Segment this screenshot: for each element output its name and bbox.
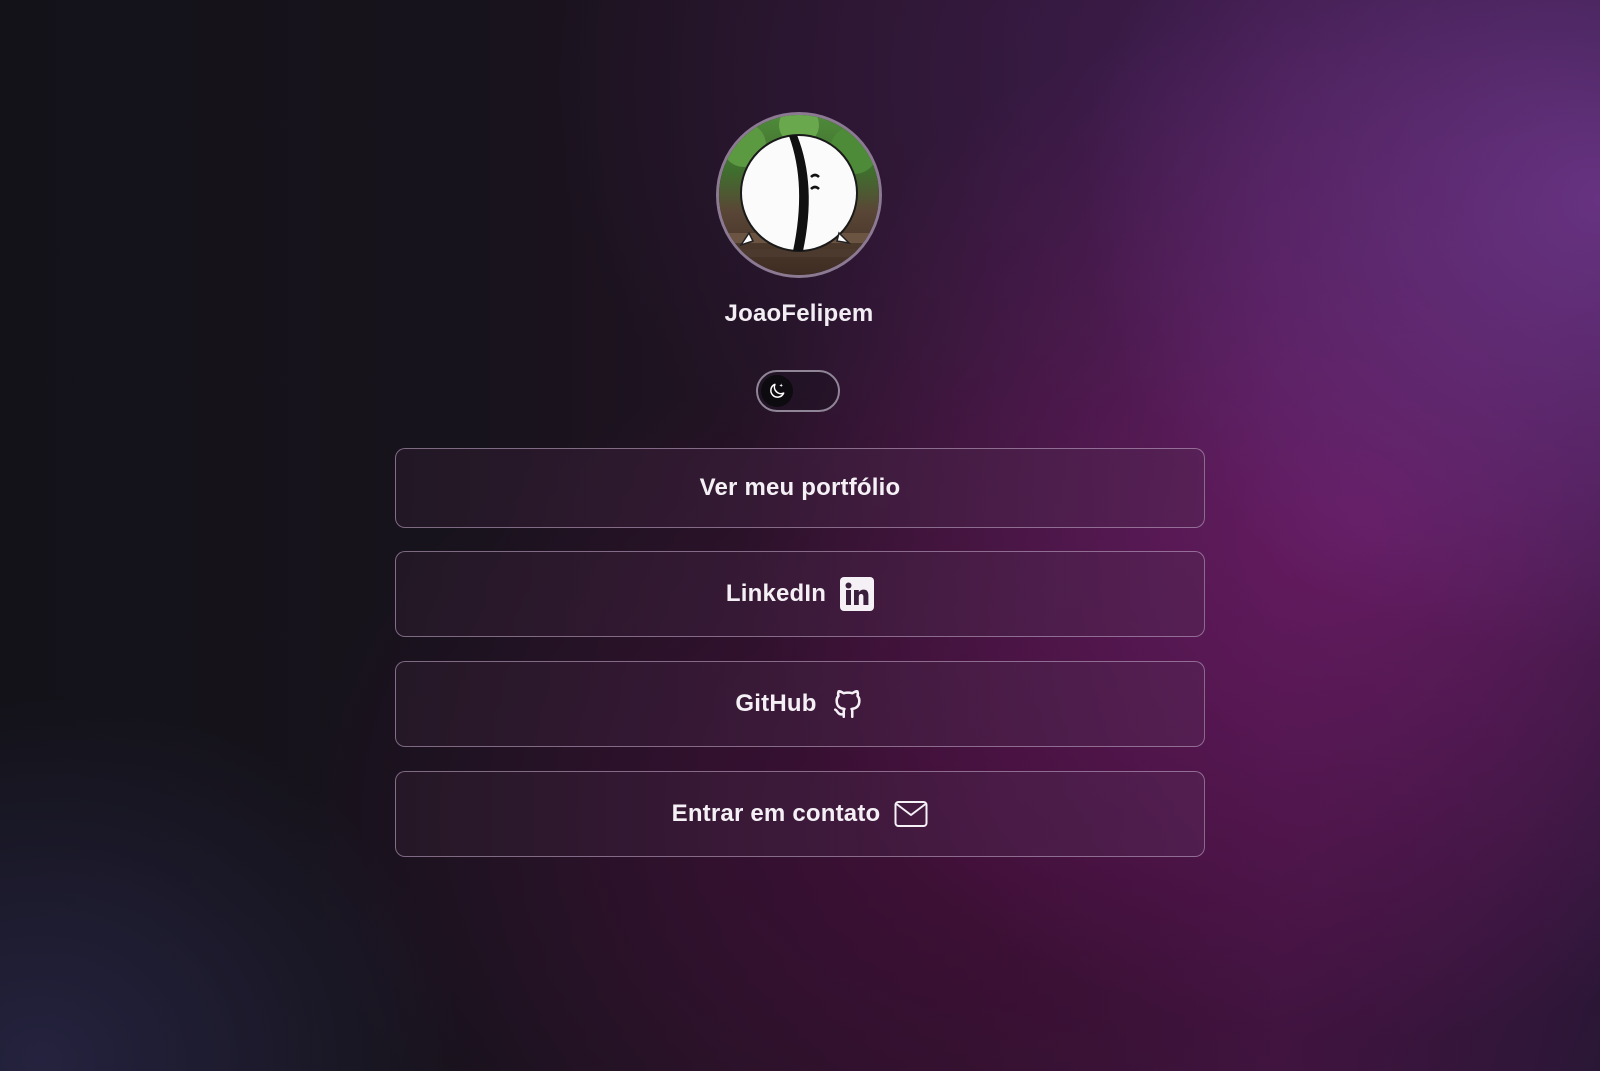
avatar-image — [719, 115, 879, 275]
linkedin-icon — [840, 577, 875, 611]
link-page: JoaoFelipem Ver meu portfólio LinkedIn G… — [0, 0, 1600, 1071]
profile-name: JoaoFelipem — [724, 300, 874, 327]
toggle-knob — [761, 375, 793, 407]
linkedin-button[interactable]: LinkedIn — [395, 551, 1205, 637]
github-button[interactable]: GitHub — [395, 661, 1205, 747]
contact-button-label: Entrar em contato — [671, 800, 881, 827]
contact-button[interactable]: Entrar em contato — [395, 771, 1205, 857]
linkedin-button-label: LinkedIn — [725, 580, 827, 607]
moon-icon — [770, 383, 785, 398]
theme-toggle[interactable] — [756, 370, 840, 412]
github-button-label: GitHub — [735, 690, 817, 717]
mail-icon — [894, 800, 928, 828]
portfolio-button[interactable]: Ver meu portfólio — [395, 448, 1205, 528]
github-icon — [831, 687, 865, 721]
portfolio-button-label: Ver meu portfólio — [699, 474, 901, 501]
avatar — [716, 112, 882, 278]
